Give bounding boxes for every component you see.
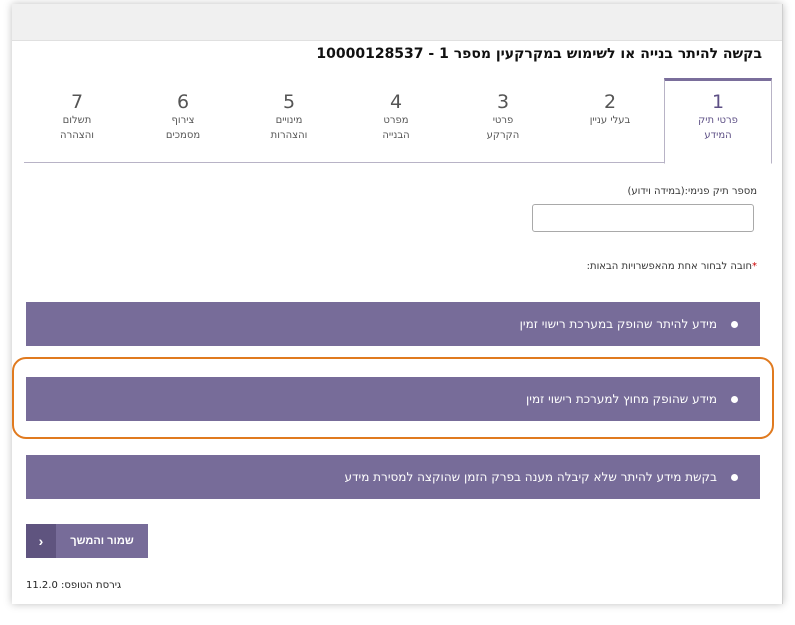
- option-label: בקשת מידע להיתר שלא קיבלה מענה בפרק הזמן…: [344, 470, 717, 484]
- required-star: *: [752, 261, 757, 272]
- page-title: בקשה להיתר בנייה או לשימוש במקרקעין מספר…: [316, 46, 762, 62]
- tab-label-line2: מסמכים: [165, 130, 201, 141]
- tab-step-5[interactable]: 5 מינויים והצהרות: [236, 78, 342, 162]
- tab-number: 3: [496, 91, 510, 113]
- tab-step-7[interactable]: 7 תשלום והצהרה: [24, 78, 130, 162]
- tab-label-line1: פרטי: [492, 115, 514, 126]
- file-number-label: מספר תיק פנימי:(במידה וידוע): [627, 186, 757, 197]
- tab-step-2[interactable]: 2 בעלי עניין: [557, 78, 663, 162]
- tab-number: 2: [603, 91, 617, 113]
- tab-number: 1: [711, 91, 725, 113]
- form-window: בקשה להיתר בנייה או לשימוש במקרקעין מספר…: [12, 4, 783, 604]
- option-label: מידע להיתר שהופק במערכת רישוי זמין: [519, 317, 717, 331]
- required-note: *חובה לבחור אחת מהאפשרויות הבאות:: [587, 261, 757, 272]
- required-note-text: חובה לבחור אחת מהאפשרויות הבאות:: [586, 261, 752, 272]
- option-info-request-no-response[interactable]: בקשת מידע להיתר שלא קיבלה מענה בפרק הזמן…: [26, 455, 760, 499]
- tab-label-line1: מינויים: [275, 115, 303, 126]
- tab-step-3[interactable]: 3 פרטי הקרקע: [450, 78, 556, 162]
- bullet-icon: [731, 320, 738, 328]
- tab-number: 6: [176, 91, 190, 113]
- tab-label-line1: מפרט: [383, 115, 409, 126]
- tab-label-line2: והצהרות: [270, 130, 308, 141]
- chevron-left-icon: ‹: [26, 524, 56, 558]
- top-bar: [12, 4, 782, 41]
- option-info-outside-system[interactable]: מידע שהופק מחוץ למערכת רישוי זמין: [26, 377, 760, 421]
- tab-label-line1: צירוף: [171, 115, 195, 126]
- tab-label-line2: המידע: [704, 130, 732, 141]
- tab-label-line2: והצהרה: [60, 130, 94, 141]
- tab-number: 5: [282, 91, 296, 113]
- save-and-continue-button[interactable]: שמור והמשך ‹: [26, 524, 148, 558]
- tab-label-line1: בעלי עניין: [589, 115, 631, 126]
- tab-label-line2: הבנייה: [382, 130, 410, 141]
- save-button-label: שמור והמשך: [70, 535, 134, 547]
- form-version: גירסת הטופס: 11.2.0: [26, 580, 122, 591]
- tab-label-line2: הקרקע: [486, 130, 520, 141]
- wizard-tabs: 1 פרטי תיק המידע 2 בעלי עניין 3 פרטי הקר…: [24, 78, 772, 164]
- tab-label-line1: תשלום: [62, 115, 92, 126]
- bullet-icon: [731, 395, 738, 403]
- file-number-input[interactable]: [532, 204, 754, 232]
- bullet-icon: [731, 473, 738, 481]
- tab-step-1[interactable]: 1 פרטי תיק המידע: [664, 78, 772, 164]
- tab-number: 7: [70, 91, 84, 113]
- option-info-from-system[interactable]: מידע להיתר שהופק במערכת רישוי זמין: [26, 302, 760, 346]
- option-label: מידע שהופק מחוץ למערכת רישוי זמין: [526, 392, 717, 406]
- tab-number: 4: [389, 91, 403, 113]
- tab-step-4[interactable]: 4 מפרט הבנייה: [343, 78, 449, 162]
- tab-step-6[interactable]: 6 צירוף מסמכים: [130, 78, 236, 162]
- tab-label-line1: פרטי תיק: [698, 115, 738, 126]
